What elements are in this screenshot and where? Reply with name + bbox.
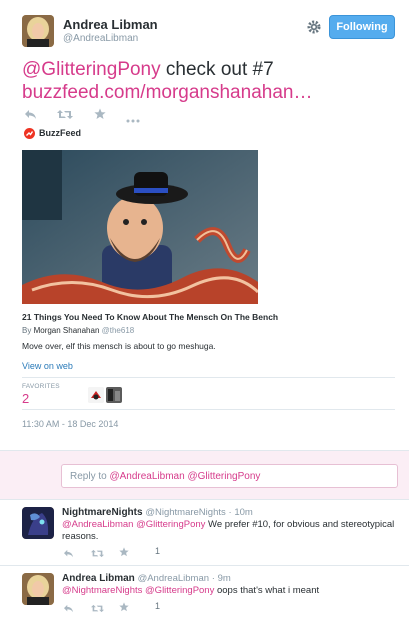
reply-author-handle[interactable]: @AndreaLibman [138, 573, 209, 584]
retweet-icon[interactable] [91, 602, 104, 616]
favorite-count[interactable]: 1 [155, 601, 160, 611]
favorite-user-avatar[interactable] [106, 387, 122, 403]
reply-header: NightmareNights @NightmareNights · 10m [62, 507, 253, 518]
card-byline-handle[interactable]: @the618 [102, 326, 135, 335]
reply-icon[interactable] [63, 602, 74, 616]
mention-link[interactable]: @GlitteringPony [22, 59, 161, 80]
card-title[interactable]: 21 Things You Need To Know About The Men… [22, 312, 278, 322]
stats-divider-top [22, 377, 395, 378]
tweet-text-body: check out #7 [160, 59, 274, 80]
source-name[interactable]: BuzzFeed [39, 128, 81, 138]
reply-mentions[interactable]: @AndreaLibman @GlitteringPony [62, 519, 205, 530]
author-avatar[interactable] [22, 15, 54, 47]
card-byline-author[interactable]: Morgan Shanahan [34, 326, 100, 335]
view-on-web-link[interactable]: View on web [22, 361, 73, 371]
gear-icon[interactable] [306, 19, 322, 35]
favorites-label: FAVORITES [22, 383, 60, 390]
tweet-actions [24, 108, 154, 126]
card-byline: By Morgan Shanahan @the618 [22, 326, 134, 335]
reply-text: @AndreaLibman @GlitteringPony We prefer … [62, 519, 397, 543]
retweet-icon[interactable] [57, 109, 73, 123]
reply-author-avatar[interactable] [22, 507, 54, 539]
tweet-url-link[interactable]: buzzfeed.com/morganshanahan… [22, 81, 312, 104]
reply-author-handle[interactable]: @NightmareNights [145, 507, 225, 518]
stats-divider-bottom [22, 409, 395, 410]
author-handle[interactable]: @AndreaLibman [63, 33, 138, 44]
favorites-count[interactable]: 2 [22, 391, 29, 406]
reply-icon[interactable] [63, 547, 74, 561]
reply-time[interactable]: · 10m [229, 507, 253, 518]
buzzfeed-logo-icon [24, 128, 35, 139]
favorite-count[interactable]: 1 [155, 546, 160, 556]
favorite-icon[interactable] [119, 546, 129, 560]
favorite-icon[interactable] [94, 108, 106, 123]
card-byline-prefix: By [22, 326, 32, 335]
reply-body: oops that's what i meant [214, 585, 320, 596]
reply-input-handles: @AndreaLibman @GlitteringPony [109, 471, 261, 482]
reply-time[interactable]: · 9m [212, 573, 231, 584]
reply-actions: 1 [63, 546, 173, 561]
card-image[interactable] [22, 150, 258, 304]
reply-input-prefix: Reply to [70, 471, 110, 482]
author-name[interactable]: Andrea Libman [63, 17, 158, 32]
following-button[interactable]: Following [329, 15, 395, 39]
reply-text: @NightmareNights @GlitteringPony oops th… [62, 585, 397, 597]
reply-author-name[interactable]: Andrea Libman [62, 573, 135, 584]
reply-actions: 1 [63, 601, 173, 616]
tweet-timestamp[interactable]: 11:30 AM - 18 Dec 2014 [22, 419, 118, 429]
retweet-icon[interactable] [91, 547, 104, 561]
tweet-text: @GlitteringPony check out #7 [22, 58, 402, 81]
reply-icon[interactable] [24, 109, 37, 123]
reply-mentions[interactable]: @NightmareNights @GlitteringPony [62, 585, 214, 596]
reply-input[interactable]: Reply to @AndreaLibman @GlitteringPony [61, 464, 398, 488]
reply-author-avatar[interactable] [22, 573, 54, 605]
favorite-user-avatar[interactable] [88, 387, 104, 403]
reply-author-name[interactable]: NightmareNights [62, 507, 143, 518]
more-icon[interactable] [126, 112, 140, 126]
card-description: Move over, elf this mensch is about to g… [22, 341, 216, 351]
reply-divider [0, 565, 409, 566]
favorite-icon[interactable] [119, 601, 129, 615]
reply-header: Andrea Libman @AndreaLibman · 9m [62, 573, 231, 584]
